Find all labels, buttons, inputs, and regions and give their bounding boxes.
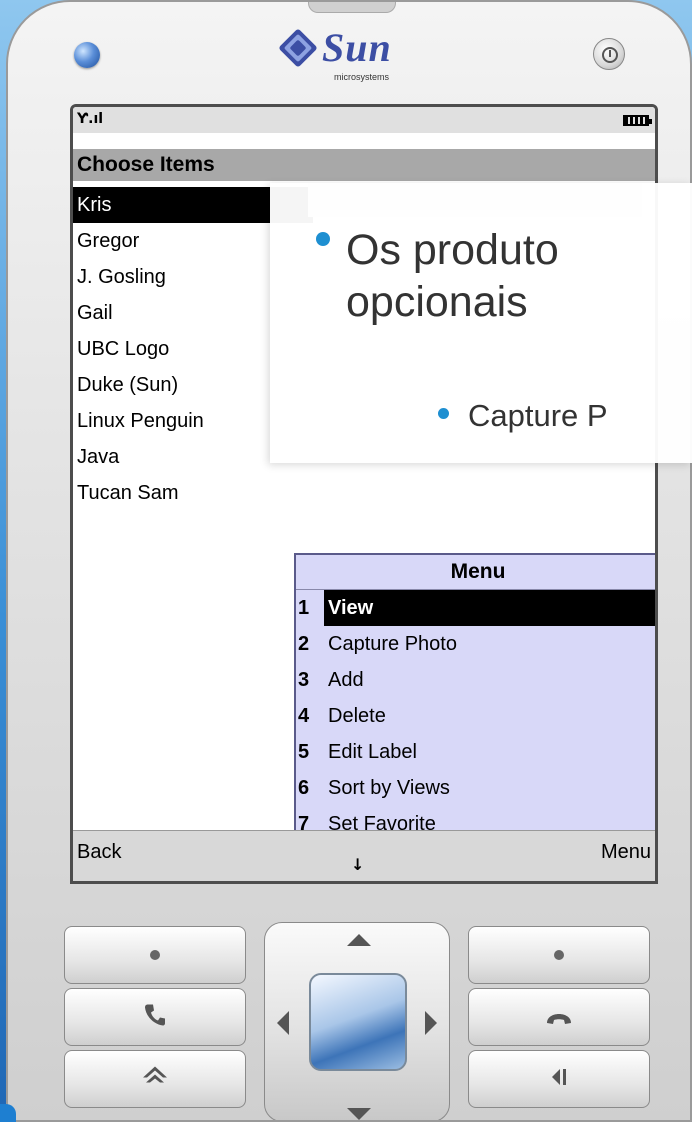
options-menu: Menu 1 View 2 Capture Photo 3 Add 4 Dele… [294, 553, 655, 839]
end-call-button[interactable] [468, 988, 650, 1046]
dot-icon [150, 950, 160, 960]
menu-item-number: 1 [298, 597, 310, 619]
menu-item-label: Edit Label [328, 741, 417, 763]
brand-name: Sun [322, 25, 392, 70]
sun-logo-mark-icon [279, 29, 317, 67]
menu-item-capture-photo[interactable]: 2 Capture Photo [296, 626, 655, 662]
signal-icon: Ƴ.ıl [77, 111, 104, 127]
menu-item-sort-by-views[interactable]: 6 Sort by Views [296, 770, 655, 806]
menu-item-number: 2 [298, 633, 310, 655]
softkey-back[interactable]: Back [77, 841, 121, 864]
softkey-menu[interactable]: Menu [601, 841, 651, 864]
end-call-icon [545, 1004, 573, 1030]
slide-bullet-1-line2: opcionais [346, 278, 528, 326]
top-notch [308, 2, 396, 13]
menu-item-label: Sort by Views [328, 777, 450, 799]
phone-emulator: Sun microsystems Ƴ.ıl Choose Items Kris … [6, 0, 692, 1122]
slide-bullet-2: Capture P [468, 398, 608, 433]
screen-title: Choose Items [77, 153, 215, 176]
menu-item-number: 4 [298, 705, 310, 727]
menu-item-view[interactable]: 1 View [296, 590, 655, 626]
back-clear-icon [550, 1066, 568, 1092]
menu-item-number: 5 [298, 741, 310, 763]
softkey-bar: Back ↓ Menu [73, 830, 655, 881]
menu-items: 1 View 2 Capture Photo 3 Add 4 Delete 5 [296, 590, 655, 837]
bullet-icon [316, 232, 330, 246]
sun-logo: Sun microsystems [278, 22, 438, 102]
menu-item-number: 3 [298, 669, 310, 691]
right-softkey-button[interactable] [468, 926, 650, 984]
menu-item-label: Add [328, 669, 364, 691]
menu-item-delete[interactable]: 4 Delete [296, 698, 655, 734]
screen-title-bar: Choose Items [73, 149, 655, 181]
dot-icon [554, 950, 564, 960]
power-button[interactable] [593, 38, 625, 70]
dpad-right-button[interactable] [425, 1011, 437, 1038]
battery-icon [623, 115, 652, 126]
call-icon [144, 1003, 166, 1032]
call-button[interactable] [64, 988, 246, 1046]
dpad-down-button[interactable] [347, 1103, 371, 1120]
power-icon [602, 47, 618, 63]
slide-corner-decoration [0, 1104, 16, 1122]
menu-item-label: Delete [328, 705, 386, 727]
left-softkey-button[interactable] [64, 926, 246, 984]
home-button[interactable] [64, 1050, 246, 1108]
clear-button[interactable] [468, 1050, 650, 1108]
menu-item-label: View [324, 590, 655, 626]
menu-item-number: 6 [298, 777, 310, 799]
bullet-icon [438, 408, 449, 419]
menu-item-add[interactable]: 3 Add [296, 662, 655, 698]
menu-item-label: Capture Photo [328, 633, 457, 655]
led-indicator-icon [74, 42, 100, 68]
list-item[interactable]: Tucan Sam [73, 475, 655, 511]
dpad-left-button[interactable] [277, 1011, 289, 1038]
brand-sub: microsystems [334, 72, 390, 82]
slide-bullet-1: Os produto opcionais [346, 224, 559, 328]
dpad-select-button[interactable] [309, 973, 407, 1071]
scroll-down-icon: ↓ [351, 855, 365, 874]
keypad [64, 920, 652, 1120]
slide-bullet-1-line1: Os produto [346, 226, 559, 274]
dpad [264, 922, 450, 1120]
home-icon [142, 1066, 168, 1093]
menu-item-edit-label[interactable]: 5 Edit Label [296, 734, 655, 770]
status-bar: Ƴ.ıl [73, 107, 655, 133]
dpad-up-button[interactable] [347, 929, 371, 949]
menu-title: Menu [296, 555, 655, 590]
